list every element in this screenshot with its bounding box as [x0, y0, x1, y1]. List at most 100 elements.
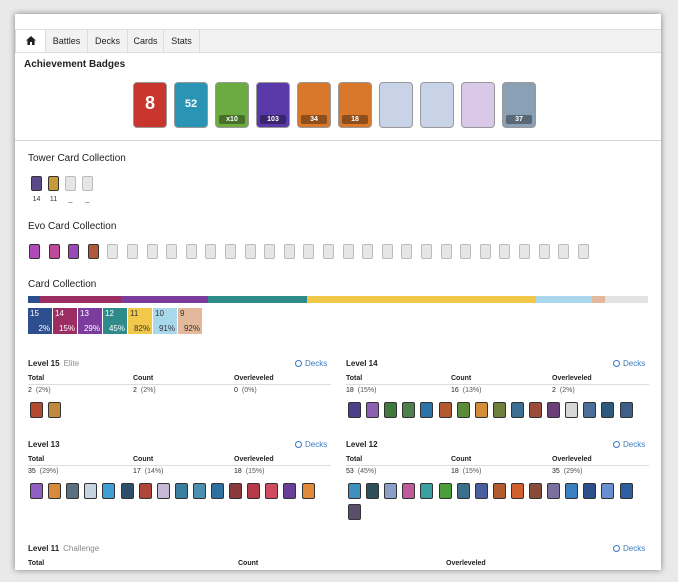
evo-card[interactable]: [166, 244, 178, 259]
card-icon[interactable]: [30, 483, 43, 499]
achievement-badge[interactable]: [461, 82, 495, 128]
card-icon[interactable]: [384, 402, 398, 418]
card-icon[interactable]: [138, 483, 152, 499]
evo-card[interactable]: [127, 244, 138, 259]
card-icon[interactable]: [565, 402, 579, 418]
evo-card[interactable]: [401, 244, 413, 259]
card-icon[interactable]: [120, 483, 134, 499]
evo-card[interactable]: [440, 244, 452, 259]
tower-card[interactable]: [48, 176, 59, 191]
card-icon[interactable]: [565, 483, 579, 499]
achievement-badge[interactable]: x10: [215, 82, 249, 128]
tower-card[interactable]: [65, 176, 76, 191]
card-icon[interactable]: [348, 402, 361, 418]
decks-link[interactable]: Decks: [613, 544, 645, 553]
card-icon[interactable]: [619, 402, 633, 418]
tab-home[interactable]: [15, 30, 46, 52]
level-summary-box[interactable]: 13 29%: [78, 308, 102, 334]
evo-card[interactable]: [381, 244, 393, 259]
achievement-badge[interactable]: 18: [338, 82, 372, 128]
card-icon[interactable]: [247, 483, 261, 499]
evo-card[interactable]: [29, 244, 40, 259]
level-summary-box[interactable]: 12 45%: [103, 308, 127, 334]
decks-link[interactable]: Decks: [295, 440, 327, 449]
evo-card[interactable]: [225, 244, 236, 259]
achievement-badge[interactable]: 8: [133, 82, 167, 128]
card-icon[interactable]: [510, 483, 524, 499]
card-icon[interactable]: [265, 483, 279, 499]
evo-card[interactable]: [577, 244, 589, 259]
card-icon[interactable]: [211, 483, 224, 499]
card-icon[interactable]: [48, 483, 62, 499]
card-icon[interactable]: [456, 402, 470, 418]
level-summary-box[interactable]: 15 2%: [28, 308, 52, 334]
decks-link[interactable]: Decks: [613, 440, 645, 449]
evo-card[interactable]: [460, 244, 472, 259]
evo-card[interactable]: [107, 244, 119, 259]
card-icon[interactable]: [420, 483, 434, 499]
card-icon[interactable]: [492, 402, 506, 418]
tower-card[interactable]: [31, 176, 42, 191]
card-icon[interactable]: [619, 483, 633, 499]
card-icon[interactable]: [102, 483, 116, 499]
achievement-badge[interactable]: 52: [174, 82, 208, 128]
card-icon[interactable]: [366, 402, 380, 418]
card-icon[interactable]: [547, 402, 561, 418]
decks-link[interactable]: Decks: [613, 359, 645, 368]
card-icon[interactable]: [192, 483, 206, 499]
card-icon[interactable]: [420, 402, 434, 418]
card-icon[interactable]: [402, 402, 416, 418]
card-icon[interactable]: [456, 483, 470, 499]
card-icon[interactable]: [48, 402, 62, 418]
evo-card[interactable]: [479, 244, 491, 259]
card-icon[interactable]: [474, 402, 488, 418]
card-icon[interactable]: [529, 402, 542, 418]
achievement-badge[interactable]: [379, 82, 413, 128]
evo-card[interactable]: [48, 244, 60, 259]
card-icon[interactable]: [84, 483, 98, 499]
evo-card[interactable]: [362, 244, 374, 259]
evo-card[interactable]: [264, 244, 276, 259]
tab-decks[interactable]: Decks: [88, 30, 128, 52]
card-icon[interactable]: [438, 402, 452, 418]
card-icon[interactable]: [384, 483, 398, 499]
card-icon[interactable]: [174, 483, 188, 499]
evo-card[interactable]: [421, 244, 432, 259]
evo-card[interactable]: [205, 244, 217, 259]
card-icon[interactable]: [66, 483, 80, 499]
tab-battles[interactable]: Battles: [46, 30, 88, 52]
evo-card[interactable]: [342, 244, 354, 259]
card-icon[interactable]: [474, 483, 488, 499]
decks-link[interactable]: Decks: [295, 359, 327, 368]
achievement-badge[interactable]: 34: [297, 82, 331, 128]
card-icon[interactable]: [348, 504, 361, 520]
achievement-badge[interactable]: 103: [256, 82, 290, 128]
evo-card[interactable]: [558, 244, 570, 259]
card-icon[interactable]: [438, 483, 452, 499]
card-icon[interactable]: [601, 483, 615, 499]
tower-card[interactable]: [82, 176, 93, 191]
card-icon[interactable]: [510, 402, 524, 418]
achievement-badge[interactable]: [420, 82, 454, 128]
level-summary-box[interactable]: 10 91%: [153, 308, 177, 334]
card-icon[interactable]: [156, 483, 170, 499]
card-icon[interactable]: [283, 483, 297, 499]
card-icon[interactable]: [529, 483, 542, 499]
tab-cards[interactable]: Cards: [128, 30, 164, 52]
evo-card[interactable]: [87, 244, 99, 259]
level-summary-box[interactable]: 11 82%: [128, 308, 152, 334]
card-icon[interactable]: [583, 483, 597, 499]
card-icon[interactable]: [229, 483, 243, 499]
card-icon[interactable]: [348, 483, 361, 499]
evo-card[interactable]: [283, 244, 295, 259]
card-icon[interactable]: [492, 483, 506, 499]
evo-card[interactable]: [323, 244, 334, 259]
achievement-badge[interactable]: 37: [502, 82, 536, 128]
evo-card[interactable]: [68, 244, 80, 259]
level-summary-box[interactable]: 14 15%: [53, 308, 77, 334]
level-summary-box[interactable]: 9 92%: [178, 308, 202, 334]
tab-stats[interactable]: Stats: [164, 30, 200, 52]
card-icon[interactable]: [366, 483, 380, 499]
evo-card[interactable]: [185, 244, 197, 259]
card-icon[interactable]: [547, 483, 561, 499]
